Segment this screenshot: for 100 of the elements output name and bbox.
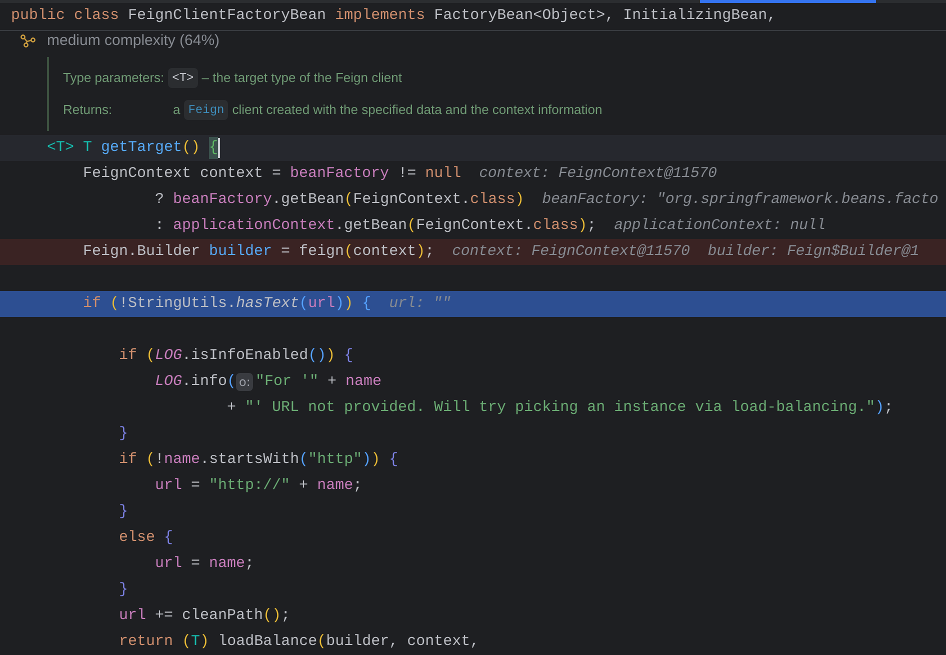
code-token: url xyxy=(155,476,182,496)
code-token: = xyxy=(191,476,200,496)
code-token: hasText xyxy=(236,294,300,314)
code-token: ) xyxy=(200,632,210,652)
inline-debug-value: builder: Feign$Builder@1 xyxy=(708,242,920,262)
code-token: ( xyxy=(299,294,308,314)
code-token: else xyxy=(119,528,156,548)
doc-label: Returns: xyxy=(63,101,114,120)
code-token: ! xyxy=(155,450,164,470)
code-token: applicationContext xyxy=(173,216,336,236)
code-token: FeignContext. xyxy=(416,216,534,236)
code-token: .info xyxy=(182,372,228,392)
code-token: != xyxy=(398,164,416,184)
code-token: { xyxy=(164,528,174,548)
code-token: += cleanPath xyxy=(155,606,264,626)
code-token: ( xyxy=(227,372,236,392)
code-token: !StringUtils. xyxy=(119,294,236,314)
code-token: : xyxy=(155,216,164,236)
code-token: ? xyxy=(155,190,164,210)
code-token: builder, context, xyxy=(326,632,480,652)
code-token: ( xyxy=(317,632,326,652)
code-token: FeignContext context = xyxy=(83,164,282,184)
complexity-icon xyxy=(20,34,36,48)
code-token: if xyxy=(83,294,102,314)
complexity-text: medium complexity (64%) xyxy=(47,30,220,51)
code-token: "http://" xyxy=(209,476,290,496)
code-token: if xyxy=(119,346,138,366)
code-token: return xyxy=(119,632,174,652)
code-token: .getBean xyxy=(335,216,408,236)
code-token: { xyxy=(209,136,218,160)
doc-text: client created with the specified data and the context information xyxy=(232,101,602,120)
code-token: = feign xyxy=(281,242,344,262)
code-token: LOG xyxy=(155,346,182,366)
code-token: .getBean xyxy=(272,190,344,210)
code-token: ( xyxy=(146,346,156,366)
code-token: .isInfoEnabled xyxy=(182,346,308,366)
code-token: } xyxy=(119,502,128,522)
inline-debug-value: context: FeignContext@11570 xyxy=(452,242,690,262)
code-token: ; xyxy=(353,476,362,496)
text-caret xyxy=(218,138,220,158)
code-token: url xyxy=(119,606,146,626)
code-token: ( xyxy=(110,294,120,314)
code-token: { xyxy=(389,450,398,470)
code-token: name xyxy=(345,372,382,392)
code-token: "' URL not provided. Will try picking an instance via load-balancing." xyxy=(245,398,876,418)
code-token: } xyxy=(119,424,128,444)
code-token: class xyxy=(470,190,516,210)
code-token: ; xyxy=(281,606,290,626)
code-token: FeignContext. xyxy=(353,190,470,210)
code-token: + xyxy=(299,476,308,496)
doc-code-chip: <T> xyxy=(168,68,198,88)
code-token: context xyxy=(353,242,416,262)
doc-label: Type parameters: xyxy=(63,69,164,88)
code-token: ; xyxy=(587,216,596,236)
code-token: ) xyxy=(416,242,426,262)
code-token: ( xyxy=(182,632,192,652)
code-token: LOG xyxy=(155,372,182,392)
code-token: Feign.Builder xyxy=(83,242,200,262)
code-token: { xyxy=(344,346,354,366)
code-token: ( xyxy=(299,450,308,470)
code-token: () xyxy=(182,138,200,158)
code-token: getTarget xyxy=(101,138,182,158)
code-token: ) xyxy=(515,190,524,210)
code-token: ) xyxy=(578,216,588,236)
code-token: "For '" xyxy=(255,372,318,392)
code-token: FeignClientFactoryBean xyxy=(128,6,328,26)
code-token: ) xyxy=(335,294,344,314)
code-token: ) xyxy=(344,294,354,314)
code-token: ( xyxy=(344,242,354,262)
code-token: "http" xyxy=(308,450,362,470)
code-token: FactoryBean<Object>, InitializingBean, xyxy=(434,6,776,26)
code-token: ( xyxy=(344,190,354,210)
doc-text: a xyxy=(173,101,180,120)
code-token: name xyxy=(209,554,246,574)
code-token: ) xyxy=(326,346,336,366)
code-token: class xyxy=(533,216,578,236)
code-token: url xyxy=(308,294,336,314)
code-token: () xyxy=(263,606,282,626)
code-token: loadBalance xyxy=(218,632,318,652)
code-token: ; xyxy=(245,554,254,574)
code-token: } xyxy=(119,580,128,600)
code-token: implements xyxy=(335,6,426,26)
code-token: ( xyxy=(407,216,416,236)
code-token: + xyxy=(227,398,236,418)
code-token: beanFactory xyxy=(173,190,272,210)
parameter-hint: o: xyxy=(236,373,254,391)
code-token: if xyxy=(119,450,138,470)
inline-debug-value: url: "" xyxy=(389,294,451,314)
code-token: url xyxy=(155,554,182,574)
code-token: + xyxy=(327,372,336,392)
code-token: name xyxy=(164,450,200,470)
code-token: beanFactory xyxy=(290,164,390,184)
code-token: T xyxy=(191,632,200,652)
code-token: ( xyxy=(146,450,156,470)
doc-code-chip: Feign xyxy=(184,100,228,120)
code-token: { xyxy=(362,294,372,314)
code-token: ; xyxy=(884,398,894,418)
code-token: = xyxy=(191,554,200,574)
code-token: name xyxy=(317,476,354,496)
inline-debug-value: beanFactory: "org.springframework.beans.facto xyxy=(542,190,938,210)
